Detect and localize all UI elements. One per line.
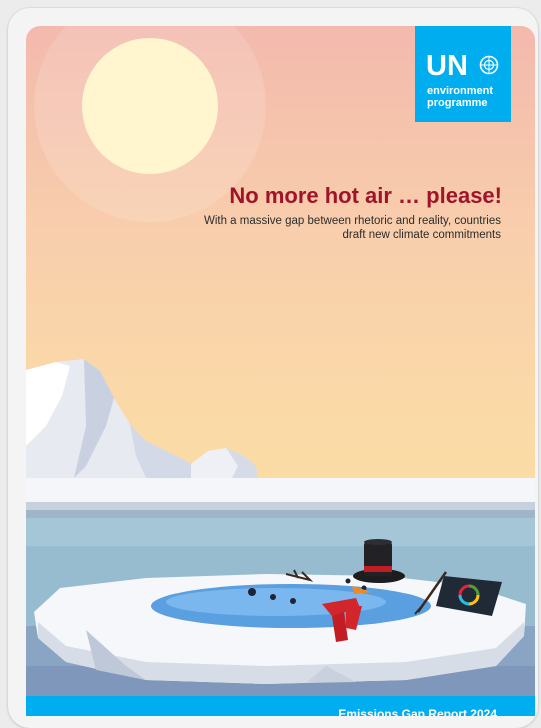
coal-button-1 bbox=[270, 594, 276, 600]
cover-footer-band: Emissions Gap Report 2024 bbox=[26, 696, 535, 716]
unep-logo: UN environment programme bbox=[415, 26, 511, 122]
cover-illustration bbox=[26, 26, 535, 696]
coal-button-2 bbox=[290, 598, 296, 604]
coal-eye bbox=[248, 588, 256, 596]
report-name: Emissions Gap Report 2024 bbox=[338, 707, 497, 716]
logo-line-environment: environment bbox=[427, 85, 494, 97]
un-emblem-icon bbox=[479, 55, 499, 75]
cover-subtitle: With a massive gap between rhetoric and … bbox=[203, 215, 501, 241]
logo-un-text: UN bbox=[426, 50, 468, 82]
logo-line-programme: programme bbox=[427, 97, 488, 109]
report-cover[interactable]: UN environment programme No more hot air… bbox=[26, 26, 535, 716]
cover-title: No more hot air … please! bbox=[229, 183, 502, 208]
sun bbox=[82, 38, 218, 174]
